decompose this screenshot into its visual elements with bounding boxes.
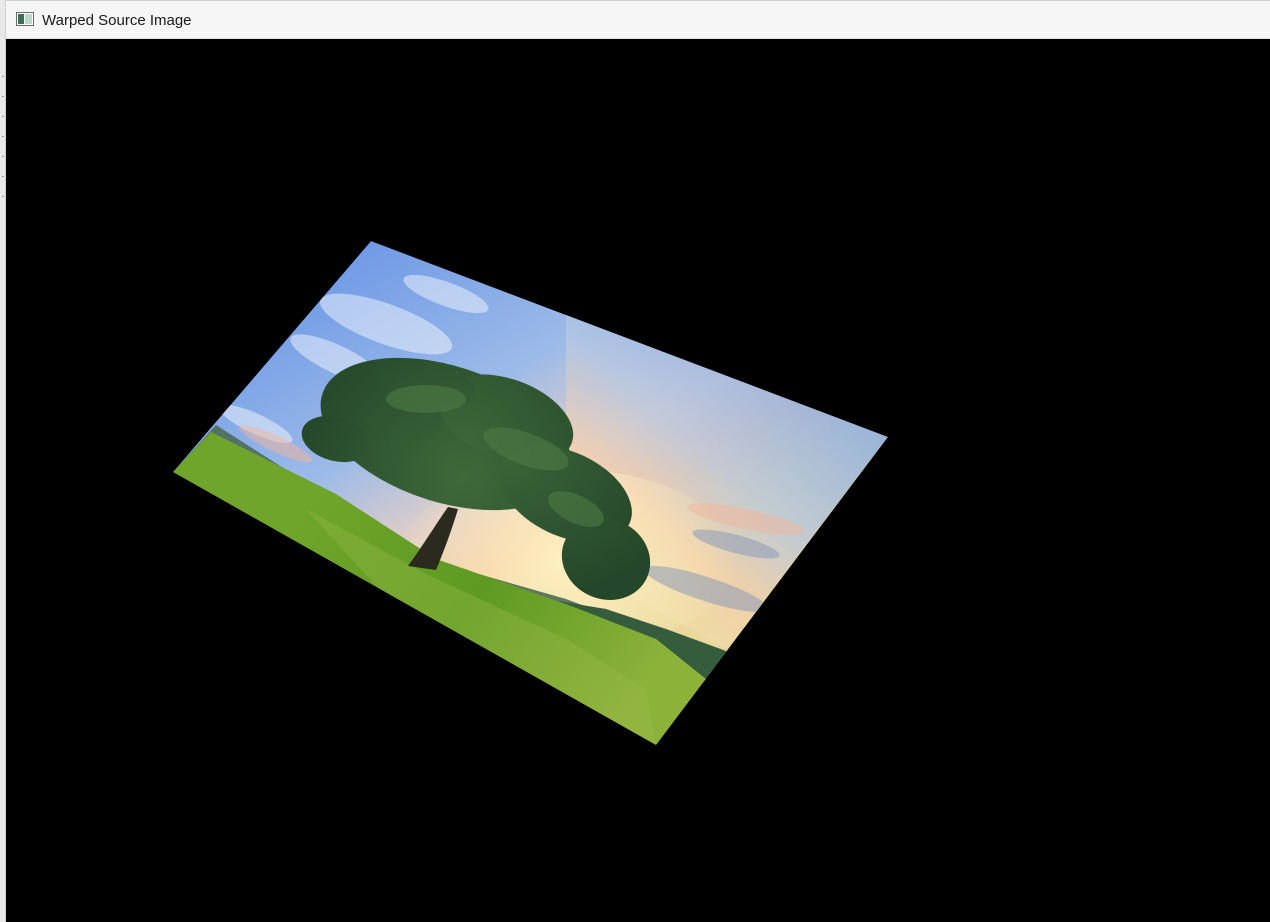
- window-titlebar[interactable]: Warped Source Image: [6, 0, 1270, 39]
- image-viewer-window[interactable]: Warped Source Image: [6, 0, 1270, 922]
- warped-image-svg: [173, 241, 888, 745]
- image-window-icon: [16, 12, 34, 26]
- warped-photo: [173, 241, 888, 745]
- image-canvas[interactable]: [6, 39, 1270, 922]
- window-title: Warped Source Image: [42, 12, 192, 29]
